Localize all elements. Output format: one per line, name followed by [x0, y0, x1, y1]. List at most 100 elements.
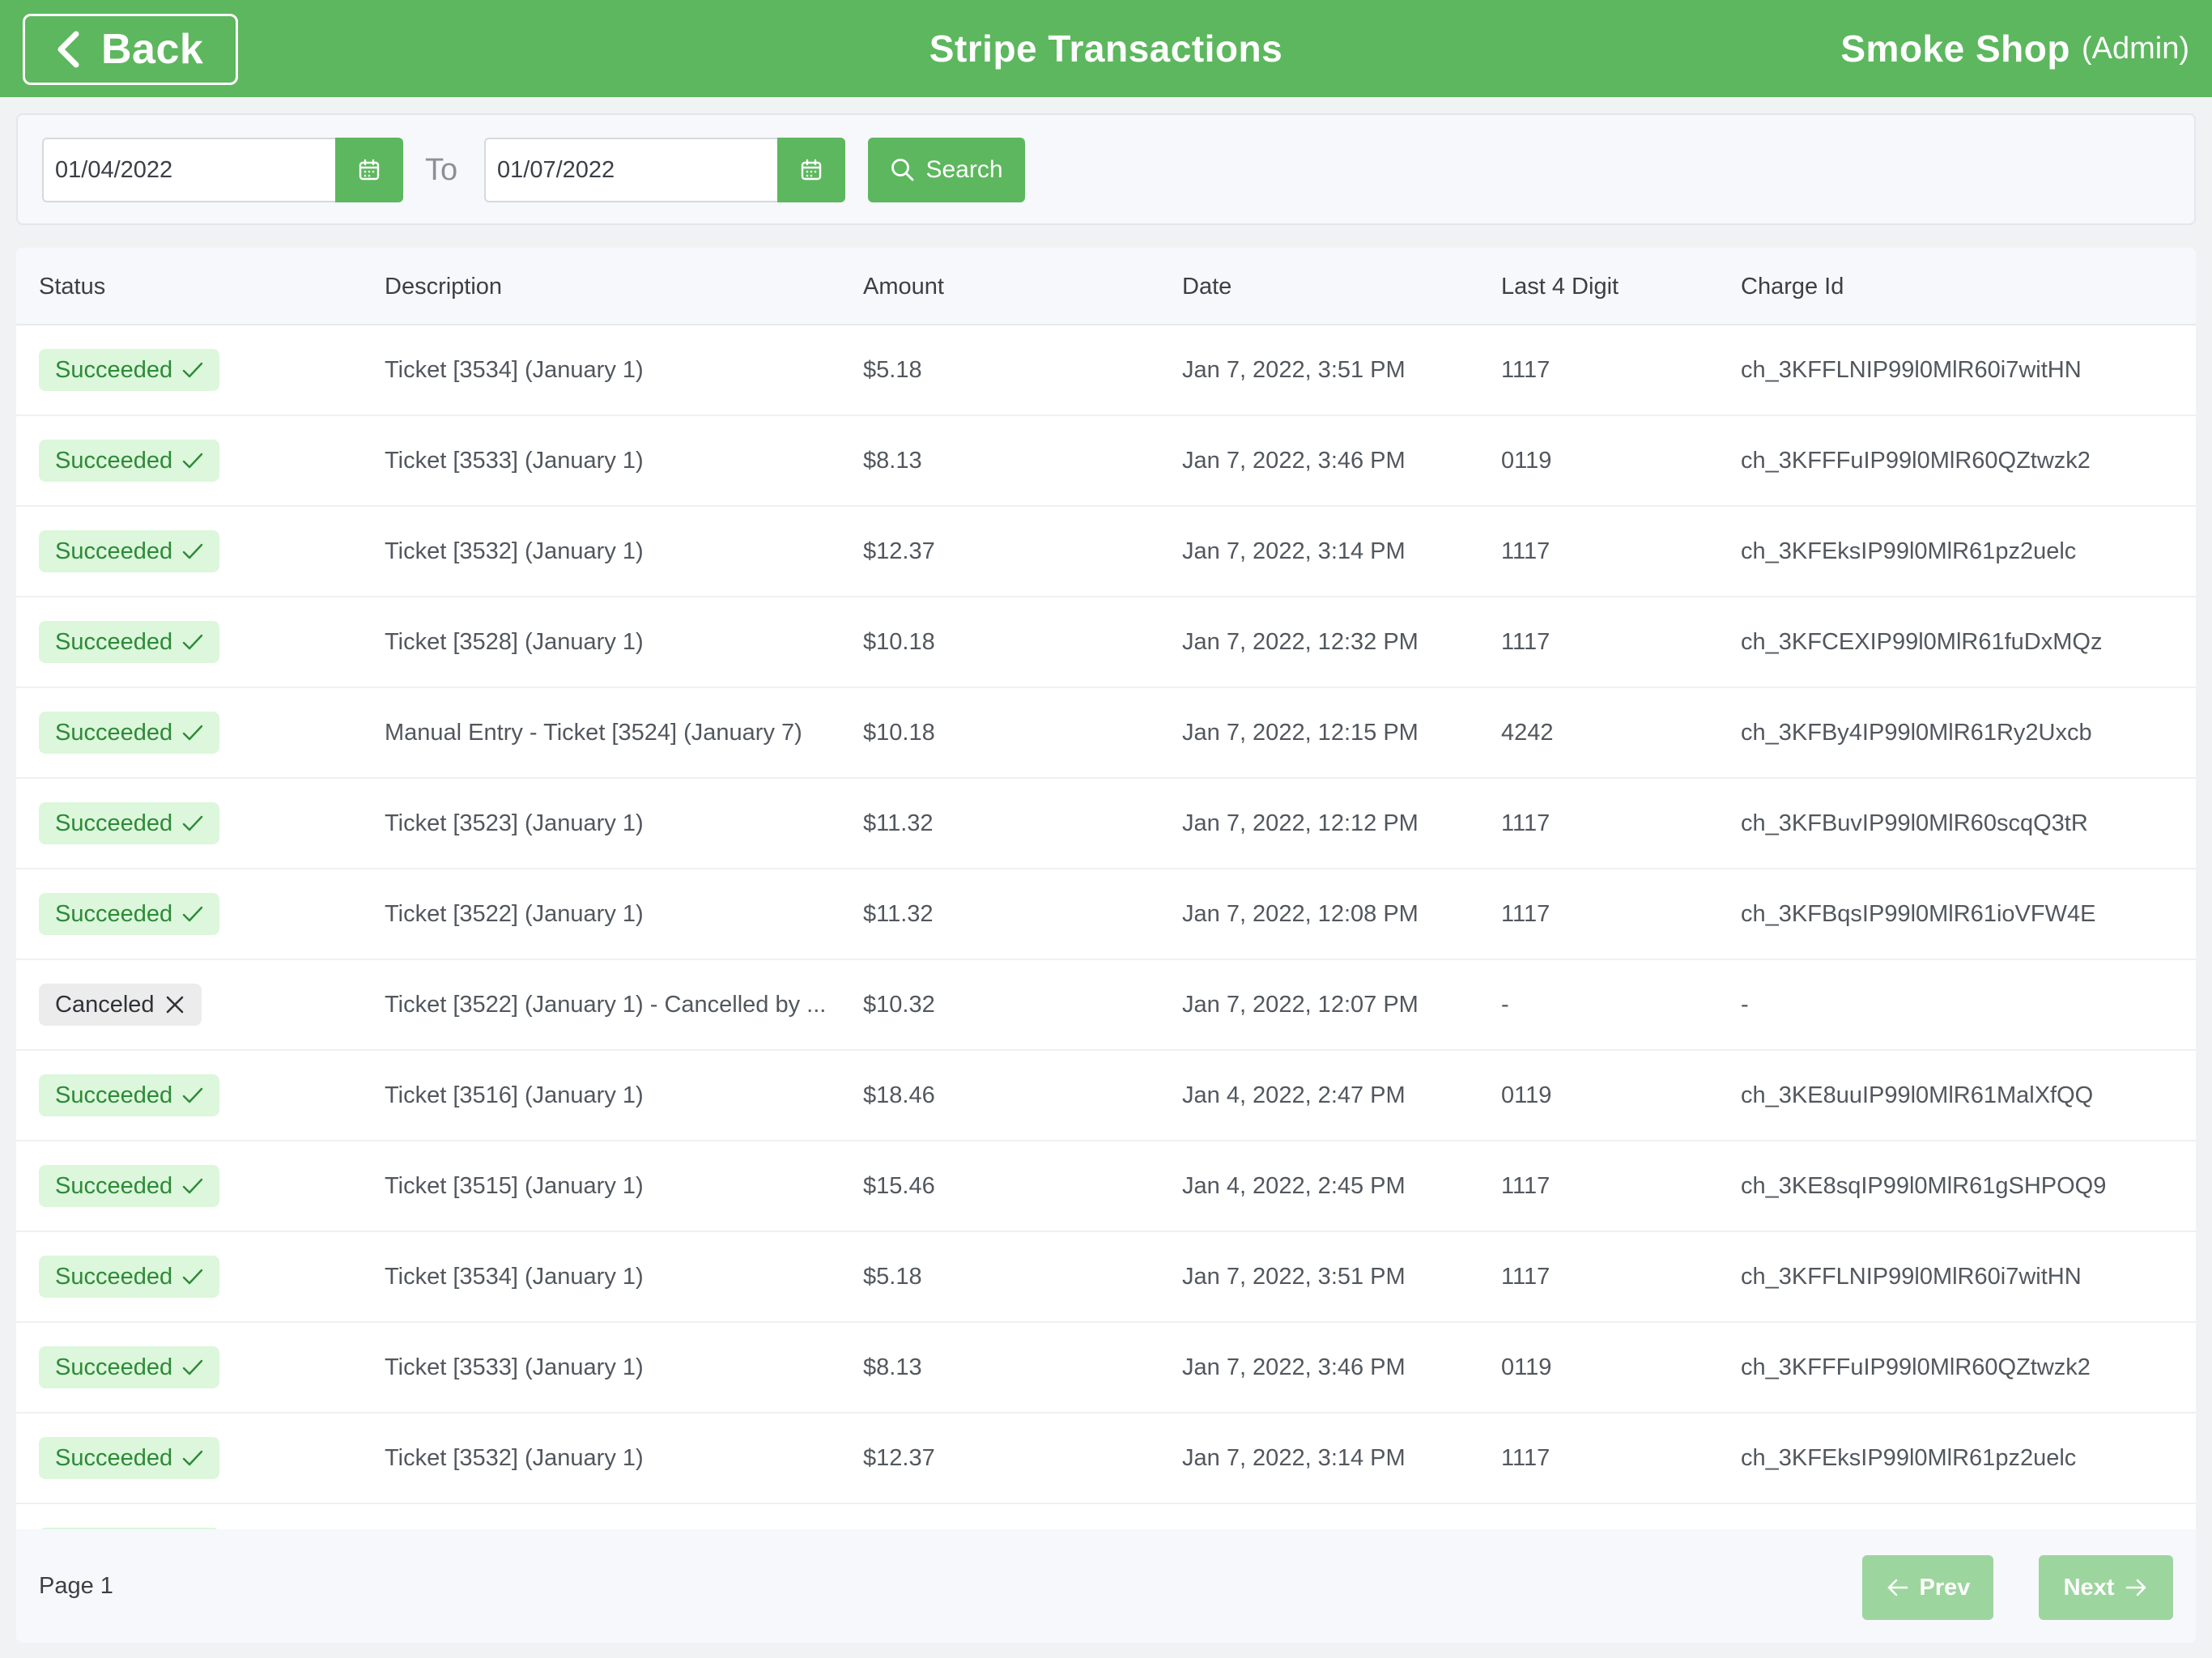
cell-status: Succeeded — [39, 1504, 220, 1529]
next-page-button[interactable]: Next — [2039, 1555, 2173, 1620]
search-button-label: Search — [925, 156, 1003, 183]
status-badge: Succeeded — [39, 1437, 220, 1479]
cell-amount: $11.32 — [863, 810, 934, 836]
calendar-icon — [801, 159, 822, 181]
arrow-left-icon — [1887, 1579, 1908, 1596]
to-date-calendar-button[interactable] — [777, 138, 845, 202]
cell-charge-id: ch_3KFEksIP99l0MlR61pz2uelc — [1741, 1444, 2077, 1471]
column-header-last4[interactable]: Last 4 Digit — [1501, 248, 1619, 325]
cell-status: Succeeded — [39, 1414, 220, 1503]
to-label: To — [425, 152, 458, 187]
column-header-description[interactable]: Description — [385, 248, 502, 325]
status-badge: Succeeded — [39, 802, 220, 844]
table-row[interactable]: Succeeded Manual Entry - Ticket [3524] (J… — [16, 688, 2196, 779]
cell-status: Succeeded — [39, 869, 220, 959]
status-badge-label: Succeeded — [55, 628, 173, 655]
prev-page-button[interactable]: Prev — [1862, 1555, 1993, 1620]
cell-description: Ticket [3534] (January 1) — [385, 1263, 644, 1290]
cell-amount: $18.46 — [863, 1082, 935, 1108]
status-badge: Succeeded — [39, 893, 220, 935]
table-row[interactable]: Succeeded Ticket [3532] (January 1) $12.37… — [16, 507, 2196, 597]
cell-date: Jan 7, 2022, 12:08 PM — [1182, 900, 1419, 927]
cell-last4: 1117 — [1501, 1444, 1551, 1471]
shop-info: Smoke Shop (Admin) — [1840, 0, 2189, 97]
from-date-group — [42, 138, 403, 202]
cell-last4: 4242 — [1501, 719, 1554, 746]
pagination-bar: Page 1 Prev Next — [16, 1529, 2196, 1643]
cell-charge-id: ch_3KFBuvIP99l0MlR60scqQ3tR — [1741, 810, 2088, 836]
cell-last4: 1117 — [1501, 810, 1551, 836]
cell-last4: 1117 — [1501, 356, 1551, 383]
cell-last4: 0119 — [1501, 447, 1552, 474]
table-row[interactable]: Succeeded Ticket [3532] (January 1) $12.37… — [16, 1414, 2196, 1504]
cell-date: Jan 7, 2022, 12:12 PM — [1182, 810, 1419, 836]
search-icon — [891, 159, 914, 181]
cell-date: Jan 7, 2022, 12:15 PM — [1182, 719, 1419, 746]
cell-status: Succeeded — [39, 507, 220, 596]
table-row[interactable]: Succeeded Ticket [3528] (January 1) $10.18… — [16, 597, 2196, 688]
status-badge: Canceled — [39, 984, 202, 1026]
cell-last4: - — [1501, 991, 1509, 1018]
from-date-input[interactable] — [42, 138, 335, 202]
column-header-date[interactable]: Date — [1182, 248, 1231, 325]
check-icon — [182, 1450, 203, 1466]
column-header-amount[interactable]: Amount — [863, 248, 944, 325]
status-badge-label: Succeeded — [55, 1082, 173, 1108]
status-badge-label: Succeeded — [55, 356, 173, 383]
cell-amount: $10.18 — [863, 719, 935, 746]
table-row[interactable]: Succeeded Ticket [3516] (January 1) $18.46… — [16, 1051, 2196, 1141]
cell-status: Succeeded — [39, 1232, 220, 1321]
cell-amount: $8.13 — [863, 447, 922, 474]
table-row[interactable]: Succeeded Ticket [3534] (January 1) $5.18 J… — [16, 325, 2196, 416]
table-row[interactable]: Succeeded Ticket [3533] (January 1) $8.13 J… — [16, 1323, 2196, 1414]
table-row[interactable]: Succeeded Ticket [3533] (January 1) $8.13 J… — [16, 416, 2196, 507]
table-row[interactable]: Succeeded Ticket [3522] (January 1) $11.32… — [16, 869, 2196, 960]
status-badge-label: Succeeded — [55, 719, 173, 746]
check-icon — [182, 362, 203, 378]
cell-description: Ticket [3522] (January 1) - Cancelled by… — [385, 991, 827, 1018]
calendar-icon — [359, 159, 380, 181]
check-icon — [182, 1359, 203, 1375]
cell-status: Succeeded — [39, 688, 220, 777]
cell-last4: 1117 — [1501, 538, 1551, 564]
from-date-calendar-button[interactable] — [335, 138, 403, 202]
cell-charge-id: ch_3KFFLNIP99l0MlR60i7witHN — [1741, 356, 2082, 383]
check-icon — [182, 543, 203, 559]
cell-status: Succeeded — [39, 597, 220, 687]
status-badge-label: Succeeded — [55, 447, 173, 474]
cell-amount: $10.32 — [863, 991, 935, 1018]
cell-amount: $15.46 — [863, 1172, 935, 1199]
to-date-group — [484, 138, 845, 202]
table-header: Status Description Amount Date Last 4 Di… — [16, 248, 2196, 325]
column-header-charge-id[interactable]: Charge Id — [1741, 248, 1844, 325]
back-button[interactable]: Back — [23, 14, 238, 85]
cell-charge-id: ch_3KE8sqIP99l0MlR61gSHPOQ9 — [1741, 1172, 2107, 1199]
cell-amount: $12.37 — [863, 1444, 935, 1471]
cell-status: Succeeded — [39, 416, 220, 505]
status-badge-label: Succeeded — [55, 538, 173, 564]
date-filter-bar: To Search — [16, 113, 2196, 225]
table-row[interactable]: Succeeded Ticket [3523] (January 1) $11.32… — [16, 779, 2196, 869]
cell-last4: 1117 — [1501, 1263, 1551, 1290]
cell-charge-id: ch_3KFFFuIP99l0MlR60QZtwzk2 — [1741, 447, 2091, 474]
table-body: Succeeded Ticket [3534] (January 1) $5.18 J… — [16, 325, 2196, 1529]
cell-description: Ticket [3516] (January 1) — [385, 1082, 644, 1108]
cell-description: Ticket [3515] (January 1) — [385, 1172, 644, 1199]
search-button[interactable]: Search — [868, 138, 1025, 202]
cell-status: Canceled — [39, 960, 202, 1049]
check-icon — [182, 1087, 203, 1103]
to-date-input[interactable] — [484, 138, 777, 202]
table-row[interactable]: Succeeded Ticket [3515] (January 1) $15.46… — [16, 1141, 2196, 1232]
column-header-status[interactable]: Status — [39, 248, 105, 325]
cell-date: Jan 7, 2022, 3:51 PM — [1182, 1263, 1406, 1290]
table-row[interactable]: Succeeded — [16, 1504, 2196, 1529]
status-badge: Succeeded — [39, 1074, 220, 1116]
cell-description: Ticket [3532] (January 1) — [385, 538, 644, 564]
cell-description: Ticket [3533] (January 1) — [385, 1354, 644, 1380]
table-row[interactable]: Succeeded Ticket [3534] (January 1) $5.18 J… — [16, 1232, 2196, 1323]
table-row[interactable]: Canceled Ticket [3522] (January 1) - Canc… — [16, 960, 2196, 1051]
cell-amount: $8.13 — [863, 1354, 922, 1380]
cell-status: Succeeded — [39, 779, 220, 868]
cell-last4: 1117 — [1501, 1172, 1551, 1199]
cell-amount: $11.32 — [863, 900, 934, 927]
